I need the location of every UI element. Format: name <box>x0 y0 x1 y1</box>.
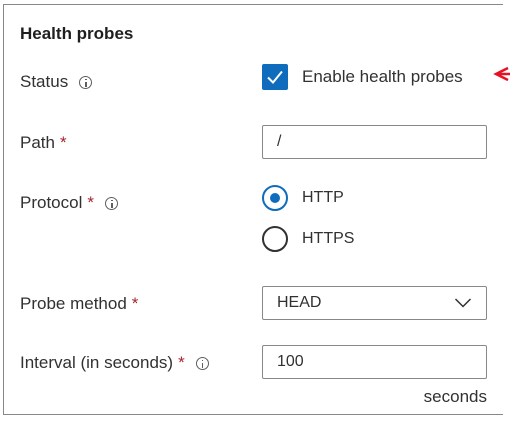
required-asterisk: * <box>131 294 139 313</box>
protocol-option-http[interactable]: HTTP <box>262 185 344 211</box>
status-label: Status <box>20 72 69 91</box>
annotation-arrow-icon <box>493 66 510 82</box>
interval-label-row: Interval (in seconds) * <box>20 353 209 373</box>
checkmark-icon <box>267 70 283 84</box>
path-label-row: Path * <box>20 133 67 153</box>
interval-input-value: 100 <box>277 353 304 370</box>
probe-method-label: Probe method <box>20 294 127 313</box>
section-title: Health probes <box>20 24 134 43</box>
required-asterisk: * <box>178 353 185 372</box>
required-asterisk: * <box>59 133 67 152</box>
enable-health-probes-checkbox-row[interactable]: Enable health probes <box>262 64 463 90</box>
radio-http-label: HTTP <box>302 189 344 206</box>
enable-health-probes-label: Enable health probes <box>302 67 463 86</box>
protocol-option-https[interactable]: HTTPS <box>262 226 354 252</box>
enable-health-probes-checkbox[interactable] <box>262 64 288 90</box>
interval-label: Interval (in seconds) <box>20 353 174 372</box>
protocol-label-row: Protocol * <box>20 193 118 213</box>
info-icon[interactable] <box>195 356 209 370</box>
probe-method-value: HEAD <box>277 294 322 311</box>
path-input[interactable]: / <box>262 125 487 159</box>
info-icon[interactable] <box>79 75 93 89</box>
protocol-label: Protocol <box>20 193 83 212</box>
path-label: Path <box>20 133 55 152</box>
probe-method-dropdown[interactable]: HEAD <box>262 286 487 320</box>
interval-unit-label: seconds <box>423 387 487 406</box>
info-icon[interactable] <box>105 196 118 210</box>
radio-https[interactable] <box>262 226 288 252</box>
interval-input[interactable]: 100 <box>262 345 487 379</box>
radio-https-label: HTTPS <box>302 230 355 247</box>
chevron-down-icon <box>454 298 472 308</box>
path-input-value: / <box>277 133 282 150</box>
status-label-row: Status <box>20 72 93 92</box>
radio-http[interactable] <box>262 185 288 211</box>
required-asterisk: * <box>87 193 94 212</box>
probe-method-label-row: Probe method * <box>20 294 138 314</box>
